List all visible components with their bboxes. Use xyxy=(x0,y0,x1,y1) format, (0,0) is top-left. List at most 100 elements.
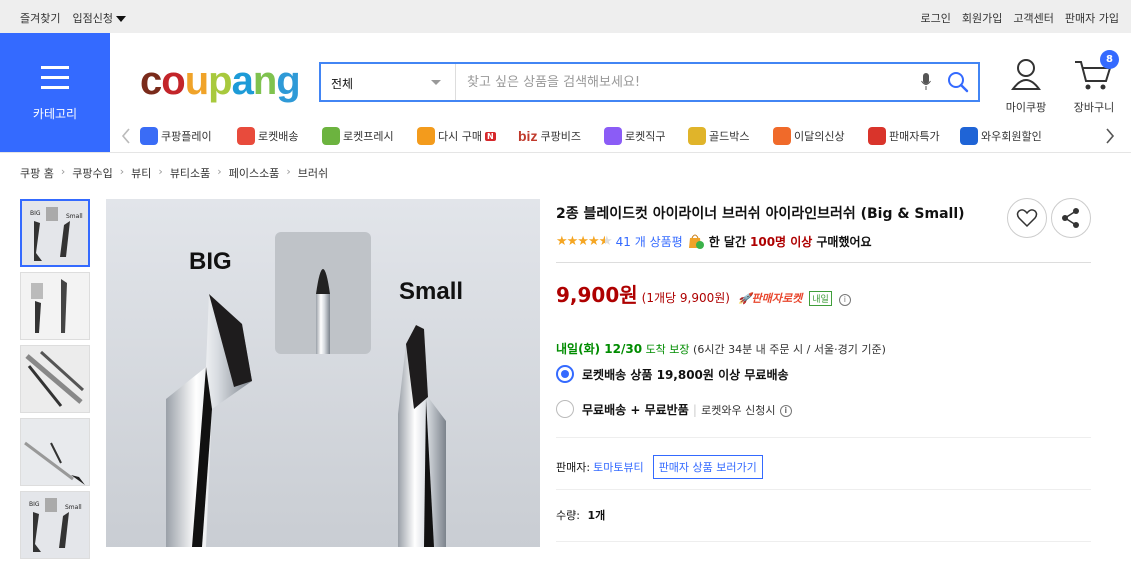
svg-text:BIG: BIG xyxy=(30,210,41,217)
cart-label: 장바구니 xyxy=(1073,101,1115,114)
signup-link[interactable]: 회원가입 xyxy=(962,10,1002,26)
product-thumbnail[interactable] xyxy=(20,272,90,340)
delivery-guarantee: 도착 보장 xyxy=(645,343,690,356)
divider xyxy=(556,437,1091,438)
search-category-value: 전체 xyxy=(331,77,354,91)
product-main-image: BIG Small xyxy=(106,199,540,547)
nav-item-label: 이달의신상 xyxy=(794,130,845,143)
nav-item-icon xyxy=(604,127,622,145)
chevron-down-icon xyxy=(115,16,126,22)
user-icon xyxy=(1011,59,1041,90)
top-utility-bar: 즐겨찾기 입점신청 로그인 회원가입 고객센터 판매자 가입 xyxy=(0,0,1131,33)
shipping-option-radio[interactable] xyxy=(556,400,574,418)
product-thumbnail[interactable]: BIG Small xyxy=(20,491,90,559)
shipping-option-label: 로켓배송 상품 19,800원 이상 무료배송 xyxy=(582,368,789,382)
favorites-link[interactable]: 즐겨찾기 xyxy=(20,10,60,26)
breadcrumb-separator-icon: › xyxy=(286,165,291,178)
breadcrumb-item[interactable]: 뷰티 xyxy=(131,165,151,181)
thumbnail-list: BIG Small BIG Small xyxy=(20,199,90,564)
share-icon xyxy=(1062,208,1079,228)
coupang-logo[interactable]: coupang xyxy=(140,58,301,104)
wishlist-button[interactable] xyxy=(1007,198,1047,238)
search-icon[interactable] xyxy=(947,71,969,93)
nav-item-label: 골드박스 xyxy=(709,130,750,143)
new-badge: N xyxy=(484,131,496,141)
nav-item[interactable]: 로켓배송 xyxy=(237,126,298,146)
header-divider xyxy=(0,152,1131,153)
mycoupang-button[interactable]: 마이쿠팡 xyxy=(1004,58,1048,115)
seller-name-link[interactable]: 토마토뷰티 xyxy=(593,459,644,475)
nav-item[interactable]: biz 쿠팡비즈 xyxy=(518,126,581,146)
breadcrumb-item[interactable]: 쿠팡수입 xyxy=(72,165,112,181)
logo-letter: p xyxy=(208,59,232,103)
nav-item[interactable]: 판매자특가 xyxy=(868,126,940,146)
nav-item[interactable]: 로켓직구 xyxy=(604,126,665,146)
breadcrumb-separator-icon: › xyxy=(119,165,125,178)
login-link[interactable]: 로그인 xyxy=(921,10,951,26)
nav-item[interactable]: 이달의신상 xyxy=(773,126,845,146)
breadcrumb-item[interactable]: 브러쉬 xyxy=(298,165,328,181)
nav-prev-arrow-icon[interactable] xyxy=(121,128,131,144)
divider xyxy=(556,541,1091,542)
info-icon[interactable]: i xyxy=(838,294,851,306)
search-category-select[interactable]: 전체 xyxy=(321,64,456,100)
breadcrumb-item[interactable]: 쿠팡 홈 xyxy=(20,165,54,181)
nav-item-icon xyxy=(868,127,886,145)
nav-item[interactable]: 다시 구매 N xyxy=(417,126,496,146)
quantity-value: 1개 xyxy=(587,509,606,522)
breadcrumb-separator-icon: › xyxy=(217,165,222,178)
nav-item-label: 판매자특가 xyxy=(889,130,940,143)
mycoupang-label: 마이쿠팡 xyxy=(1005,101,1047,114)
nav-item-icon xyxy=(773,127,791,145)
seller-products-button[interactable]: 판매자 상품 보러가기 xyxy=(652,455,763,479)
product-thumbnail[interactable]: BIG Small xyxy=(20,199,90,267)
divider xyxy=(556,489,1091,490)
nav-item-label: 로켓직구 xyxy=(625,130,666,143)
nav-item-icon xyxy=(322,127,340,145)
nav-item[interactable]: 쿠팡플레이 xyxy=(140,126,212,146)
seller-rocket-label: 🚀판매자로켓 xyxy=(737,292,803,305)
delivery-date: 내일(화) 12/30 xyxy=(556,342,643,356)
nav-item-icon xyxy=(140,127,158,145)
store-apply-menu[interactable]: 입점신청 xyxy=(72,10,126,26)
logo-letter: o xyxy=(161,59,185,103)
nav-item-label: 쿠팡비즈 xyxy=(540,130,581,143)
logo-letter: g xyxy=(276,59,300,103)
shipping-option-radio[interactable] xyxy=(556,365,574,383)
svg-text:BIG: BIG xyxy=(29,501,40,508)
search-bar: 전체 xyxy=(319,62,980,102)
quantity-row: 수량: 1개 xyxy=(556,507,605,523)
nav-item[interactable]: 골드박스 xyxy=(688,126,749,146)
delivery-note: (6시간 34분 내 주문 시 / 서울·경기 기준) xyxy=(693,343,886,356)
microphone-icon[interactable] xyxy=(921,73,931,91)
biz-logo-icon: biz xyxy=(518,128,538,144)
svg-text:Small: Small xyxy=(65,504,82,511)
nav-item[interactable]: 로켓프레시 xyxy=(322,126,394,146)
nav-item[interactable]: 와우회원할인 xyxy=(960,126,1042,146)
seller-prefix: 판매자: xyxy=(556,461,591,474)
support-link[interactable]: 고객센터 xyxy=(1013,10,1053,26)
nav-item-label: 다시 구매 xyxy=(438,130,482,143)
nav-item-icon xyxy=(417,127,435,145)
logo-letter: c xyxy=(140,59,162,103)
seller-signup-link[interactable]: 판매자 가입 xyxy=(1065,10,1119,26)
logo-letter: n xyxy=(252,59,277,103)
breadcrumb-item[interactable]: 페이스소품 xyxy=(229,165,280,181)
logo-letter: a xyxy=(231,59,254,103)
tomorrow-tag: 내일 xyxy=(809,291,832,306)
category-menu-button[interactable]: 카테고리 xyxy=(0,33,110,152)
nav-next-arrow-icon[interactable] xyxy=(1105,128,1115,144)
rating-row: ★★★★★★ 41 개 상품평 한 달간 100명 이상 구매했어요 xyxy=(556,232,872,250)
nav-item-icon xyxy=(237,127,255,145)
product-thumbnail[interactable] xyxy=(20,418,90,486)
breadcrumb-item[interactable]: 뷰티소품 xyxy=(170,165,210,181)
product-thumbnail[interactable] xyxy=(20,345,90,413)
search-input[interactable] xyxy=(457,64,897,100)
share-button[interactable] xyxy=(1051,198,1091,238)
quantity-label: 수량: xyxy=(556,509,580,522)
review-count-link[interactable]: 41 개 상품평 xyxy=(616,233,683,250)
nav-item-label: 쿠팡플레이 xyxy=(161,130,212,143)
info-icon[interactable]: i xyxy=(779,404,792,417)
image-label-small: Small xyxy=(399,278,464,305)
star-rating: ★★★★★★ xyxy=(556,233,612,249)
